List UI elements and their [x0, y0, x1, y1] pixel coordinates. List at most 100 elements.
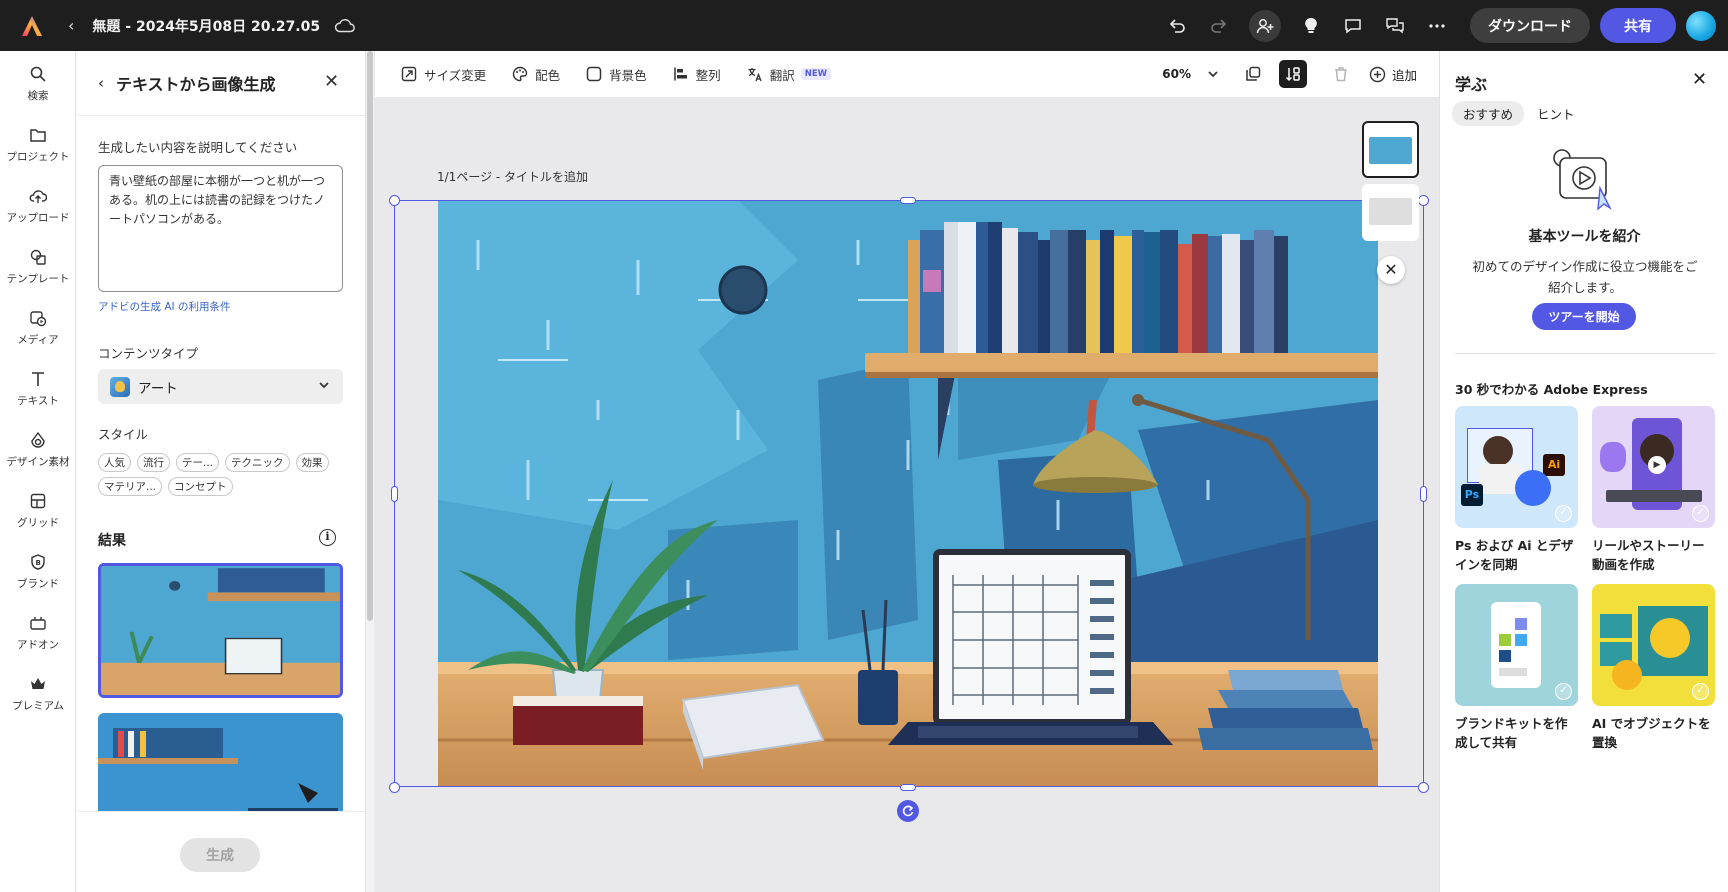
- tutorial-card[interactable]: ✓ AI でオブジェクトを置換: [1592, 584, 1715, 752]
- rail-item-projects[interactable]: プロジェクト: [0, 126, 76, 164]
- generate-button[interactable]: 生成: [180, 838, 260, 872]
- background-color-button[interactable]: 背景色: [586, 65, 647, 84]
- page-thumbnail-1[interactable]: [1362, 121, 1419, 178]
- rail-item-grid[interactable]: グリッド: [0, 492, 76, 530]
- rail-item-addons[interactable]: アドオン: [0, 614, 76, 652]
- tab-recommended[interactable]: おすすめ: [1452, 101, 1525, 126]
- addon-icon: [30, 617, 46, 630]
- rail-item-media[interactable]: メディア: [0, 309, 76, 347]
- resize-handle-bottom[interactable]: [900, 784, 916, 791]
- style-chip[interactable]: 効果: [295, 453, 329, 472]
- text-icon: [32, 372, 44, 386]
- panel-back-icon[interactable]: ‹: [98, 74, 104, 92]
- rail-label: アップロード: [6, 212, 70, 224]
- adobe-express-logo[interactable]: [20, 14, 44, 38]
- tab-hints[interactable]: ヒント: [1526, 101, 1586, 126]
- undo-icon[interactable]: [1165, 14, 1189, 38]
- translate-label: 翻訳: [769, 67, 795, 83]
- rail-item-upload[interactable]: アップロード: [0, 187, 76, 225]
- new-badge: NEW: [800, 68, 831, 80]
- panel-scrollbar[interactable]: [366, 51, 374, 892]
- resize-icon: [401, 66, 417, 82]
- content-type-label: コンテンツタイプ: [98, 346, 199, 361]
- terms-link[interactable]: アドビの生成 AI の利用条件: [98, 299, 230, 314]
- rail-item-search[interactable]: 検索: [0, 65, 76, 103]
- trash-icon: [1334, 67, 1347, 82]
- resize-handle-bl[interactable]: [389, 782, 400, 793]
- text-to-image-panel: ‹ テキストから画像生成 ✕ 生成したい内容を説明してください 青い壁紙の部屋に…: [76, 51, 366, 892]
- download-button[interactable]: ダウンロード: [1470, 8, 1590, 43]
- rotate-handle[interactable]: [897, 800, 919, 822]
- card-thumbnail: ✓: [1455, 584, 1578, 706]
- close-icon[interactable]: ✕: [324, 71, 339, 92]
- tutorial-card[interactable]: Ai Ps ✓ Ps および Ai とデザインを同期: [1455, 406, 1578, 574]
- close-icon[interactable]: ✕: [1692, 69, 1707, 90]
- rail-label: デザイン素材: [6, 456, 70, 468]
- folder-icon: [30, 129, 46, 142]
- arrange-button[interactable]: [1278, 60, 1307, 88]
- card-caption: ブランドキットを作成して共有: [1455, 716, 1568, 750]
- rail-label: プレミアム: [12, 700, 64, 712]
- invite-user-icon[interactable]: [1249, 9, 1281, 42]
- chat-bubbles-icon[interactable]: [1383, 14, 1407, 38]
- rail-item-text[interactable]: テキスト: [0, 370, 76, 408]
- rail-label: グリッド: [17, 517, 59, 529]
- generated-image[interactable]: [438, 200, 1378, 787]
- palette-icon: [512, 66, 528, 82]
- resize-handle-right[interactable]: [1420, 486, 1427, 502]
- back-chevron-icon[interactable]: ‹: [68, 16, 74, 35]
- resize-handle-left[interactable]: [391, 486, 398, 502]
- rail-item-elements[interactable]: デザイン素材: [0, 431, 76, 469]
- resize-handle-br[interactable]: [1418, 782, 1429, 793]
- rail-label: テキスト: [17, 395, 59, 407]
- cloud-icon[interactable]: [334, 18, 356, 34]
- content-type-select[interactable]: アート: [98, 369, 343, 404]
- start-tour-button[interactable]: ツアーを開始: [1532, 303, 1636, 330]
- translate-icon: [748, 68, 762, 82]
- color-button[interactable]: 配色: [512, 65, 560, 84]
- align-label: 整列: [695, 67, 721, 83]
- tutorial-card[interactable]: ▶ ✓ リールやストーリー動画を作成: [1592, 406, 1715, 574]
- align-button[interactable]: 整列: [673, 65, 721, 84]
- add-button[interactable]: 追加: [1369, 65, 1417, 84]
- page-title-label[interactable]: 1/1ページ - タイトルを追加: [437, 168, 588, 185]
- close-icon[interactable]: ✕: [1377, 256, 1405, 284]
- prompt-textarea[interactable]: 青い壁紙の部屋に本棚が一つと机が一つある。机の上には読書の記録をつけたノートパソ…: [98, 165, 343, 292]
- panel-footer: 生成: [76, 811, 365, 892]
- style-chip[interactable]: 人気: [98, 453, 131, 472]
- share-button[interactable]: 共有: [1600, 8, 1676, 43]
- card-caption: リールやストーリー動画を作成: [1592, 538, 1705, 572]
- resize-handle-tl[interactable]: [389, 195, 400, 206]
- resize-handle-tr[interactable]: [1418, 195, 1429, 206]
- content-type-value: アート: [138, 380, 178, 397]
- page-thumbnail-2[interactable]: [1362, 184, 1419, 241]
- delete-button[interactable]: [1327, 60, 1355, 88]
- style-chip[interactable]: コンセプト: [168, 477, 233, 496]
- scrollbar-thumb[interactable]: [367, 51, 373, 621]
- template-icon: [30, 249, 46, 265]
- style-chip[interactable]: 流行: [137, 453, 170, 472]
- style-chip[interactable]: テー...: [176, 453, 220, 472]
- zoom-dropdown[interactable]: [1199, 60, 1227, 88]
- info-icon[interactable]: i: [319, 529, 336, 546]
- rail-label: メディア: [17, 334, 59, 346]
- avatar[interactable]: [1686, 10, 1716, 41]
- style-chip[interactable]: マテリア...: [98, 477, 163, 496]
- redo-icon[interactable]: [1207, 14, 1231, 38]
- result-thumbnail-selected[interactable]: [98, 563, 343, 698]
- translate-button[interactable]: 翻訳 NEW: [747, 65, 831, 84]
- rail-item-brand[interactable]: B ブランド: [0, 553, 76, 591]
- lightbulb-icon[interactable]: [1299, 14, 1323, 38]
- rail-item-premium[interactable]: プレミアム: [0, 675, 76, 713]
- document-title[interactable]: 無題 - 2024年5月08日 20.27.05: [92, 16, 320, 36]
- more-icon[interactable]: [1425, 14, 1449, 38]
- results-heading: 結果: [98, 533, 126, 549]
- rail-item-templates[interactable]: テンプレート: [0, 248, 76, 286]
- tutorial-card[interactable]: ✓ ブランドキットを作成して共有: [1455, 584, 1578, 752]
- comment-icon[interactable]: [1341, 14, 1365, 38]
- layers-button[interactable]: [1239, 60, 1267, 88]
- resize-button[interactable]: サイズ変更: [401, 65, 486, 84]
- zoom-level[interactable]: 60%: [1162, 67, 1191, 81]
- resize-handle-top[interactable]: [900, 197, 916, 204]
- style-chip[interactable]: テクニック: [225, 453, 290, 472]
